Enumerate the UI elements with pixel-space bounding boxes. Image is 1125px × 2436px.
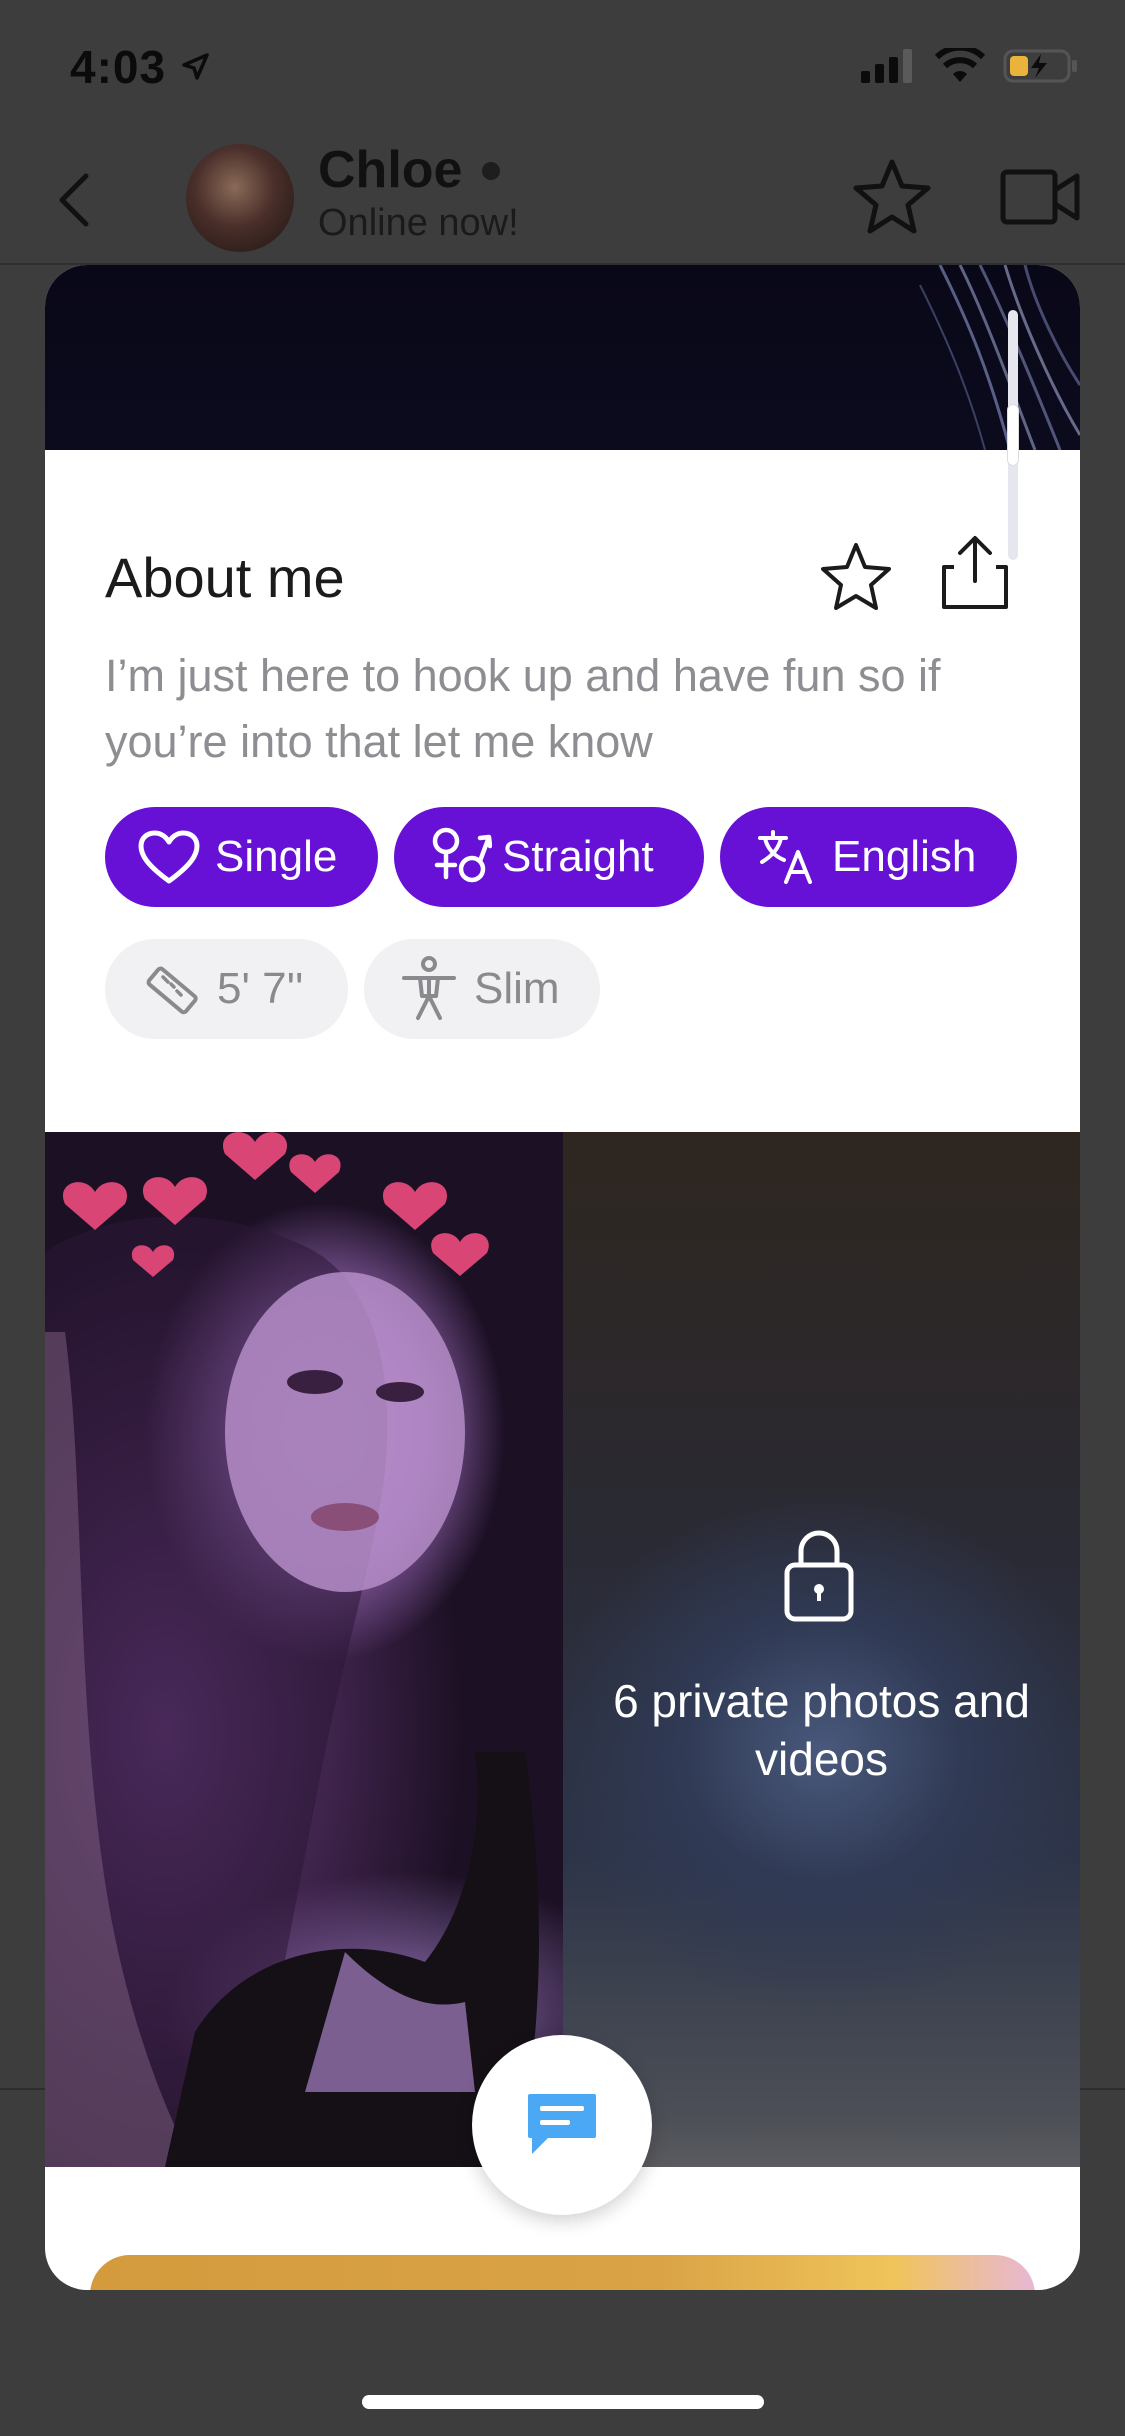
chat-bubble-icon xyxy=(528,2094,596,2154)
tag-height-label: 5' 7'' xyxy=(217,964,304,1013)
lock-icon xyxy=(784,1530,854,1622)
tag-height[interactable]: 5' 7'' xyxy=(105,939,348,1039)
tag-english[interactable]: English xyxy=(720,807,1017,907)
wifi-icon xyxy=(935,48,985,82)
heart-crown-filter xyxy=(45,1132,539,2167)
tag-body-type[interactable]: Slim xyxy=(364,939,600,1039)
back-chevron-icon[interactable] xyxy=(50,170,100,230)
heart-icon xyxy=(138,830,200,884)
status-icons xyxy=(861,48,1079,84)
star-icon[interactable] xyxy=(852,156,932,236)
cellular-signal-icon xyxy=(861,49,912,83)
cover-photo-hair xyxy=(919,265,1080,450)
status-bar: 4:03 xyxy=(0,0,1125,130)
status-time: 4:03 xyxy=(70,41,167,93)
location-arrow-icon xyxy=(182,53,209,80)
private-photos-label: 6 private photos and videos xyxy=(613,1675,1030,1785)
gender-icon xyxy=(432,827,492,883)
person-icon xyxy=(402,956,456,1020)
profile-cover-photo[interactable] xyxy=(45,265,1080,450)
contact-name: Chloe xyxy=(318,141,463,199)
private-photos-tile[interactable]: 6 private photos and videos xyxy=(563,1132,1080,2167)
tag-single[interactable]: Single xyxy=(105,807,378,907)
tag-straight-label: Straight xyxy=(502,832,654,881)
about-bio: I’m just here to hook up and have fun so… xyxy=(105,650,941,767)
profile-photo[interactable] xyxy=(45,1132,563,2167)
scrollbar-thumb[interactable] xyxy=(1008,405,1018,465)
video-camera-icon[interactable] xyxy=(1000,166,1080,228)
online-status: Online now! xyxy=(318,202,519,244)
chat-button[interactable] xyxy=(472,2035,652,2215)
about-title: About me xyxy=(105,546,345,609)
tag-body-type-label: Slim xyxy=(474,964,560,1013)
ruler-icon xyxy=(146,966,198,1015)
bottom-banner[interactable] xyxy=(90,2255,1035,2290)
online-dot xyxy=(482,162,500,180)
home-indicator xyxy=(362,2395,764,2409)
avatar[interactable] xyxy=(186,144,294,252)
chat-header: Chloe Online now! xyxy=(0,130,1125,265)
share-icon[interactable] xyxy=(938,533,1012,613)
battery-icon xyxy=(1003,49,1077,83)
profile-sheet: About me I’m just here to hook up and ha… xyxy=(45,265,1080,2290)
translate-icon xyxy=(758,830,812,884)
star-icon[interactable] xyxy=(820,540,892,612)
tag-straight[interactable]: Straight xyxy=(394,807,704,907)
tag-english-label: English xyxy=(832,832,977,881)
tag-single-label: Single xyxy=(215,832,338,881)
